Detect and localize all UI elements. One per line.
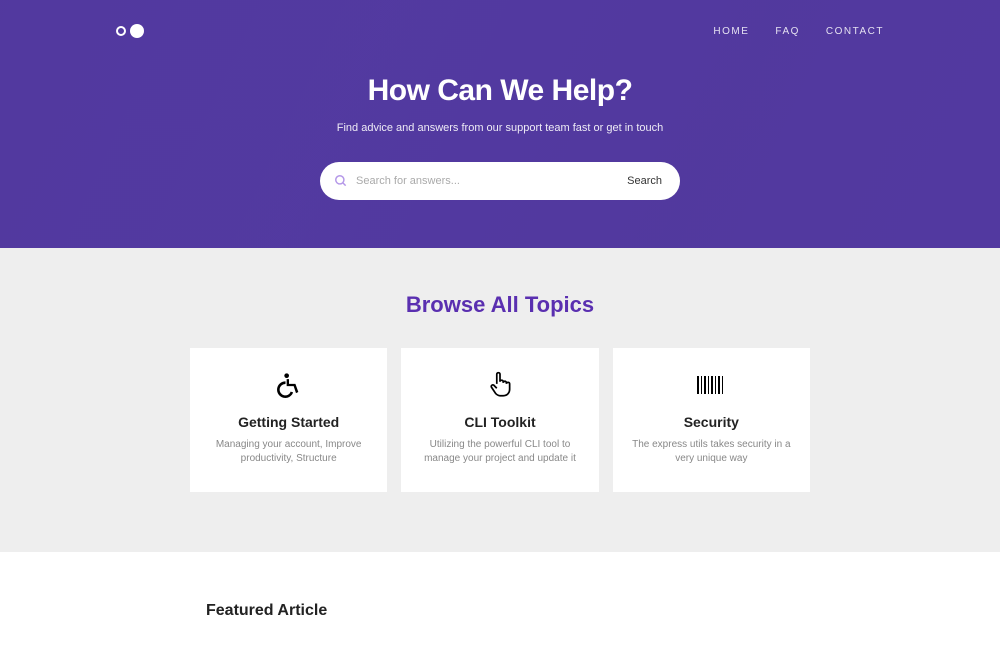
hero-content: How Can We Help? Find advice and answers… [116, 74, 884, 200]
barcode-icon [629, 370, 794, 400]
topics-section: Browse All Topics Getting Started Managi… [0, 248, 1000, 552]
search-button[interactable]: Search [613, 167, 676, 195]
topic-cards: Getting Started Managing your account, I… [190, 348, 810, 492]
nav-links: HOME FAQ CONTACT [713, 26, 884, 37]
card-title: Getting Started [206, 414, 371, 430]
card-desc: The express utils takes security in a ve… [629, 438, 794, 466]
featured-section: Featured Article [0, 552, 1000, 670]
hero-title: How Can We Help? [116, 74, 884, 108]
logo-circle-solid-icon [130, 24, 144, 38]
search-bar: Search [320, 162, 680, 200]
featured-heading: Featured Article [190, 602, 810, 620]
topic-card-cli-toolkit[interactable]: CLI Toolkit Utilizing the powerful CLI t… [401, 348, 598, 492]
search-input[interactable] [356, 175, 605, 187]
topic-card-security[interactable]: Security The express utils takes securit… [613, 348, 810, 492]
nav-link-faq[interactable]: FAQ [775, 26, 800, 37]
card-desc: Utilizing the powerful CLI tool to manag… [417, 438, 582, 466]
topic-card-getting-started[interactable]: Getting Started Managing your account, I… [190, 348, 387, 492]
card-desc: Managing your account, Improve productiv… [206, 438, 371, 466]
wheelchair-icon [206, 370, 371, 400]
nav-link-home[interactable]: HOME [713, 26, 749, 37]
hero-subtitle: Find advice and answers from our support… [116, 122, 884, 134]
card-title: CLI Toolkit [417, 414, 582, 430]
nav-link-contact[interactable]: CONTACT [826, 26, 884, 37]
top-nav: HOME FAQ CONTACT [116, 18, 884, 74]
topics-heading: Browse All Topics [0, 292, 1000, 318]
card-title: Security [629, 414, 794, 430]
logo-circle-outline-icon [116, 26, 126, 36]
pointer-hand-icon [417, 370, 582, 400]
hero-section: HOME FAQ CONTACT How Can We Help? Find a… [0, 0, 1000, 248]
search-icon [334, 174, 348, 188]
logo[interactable] [116, 24, 144, 38]
